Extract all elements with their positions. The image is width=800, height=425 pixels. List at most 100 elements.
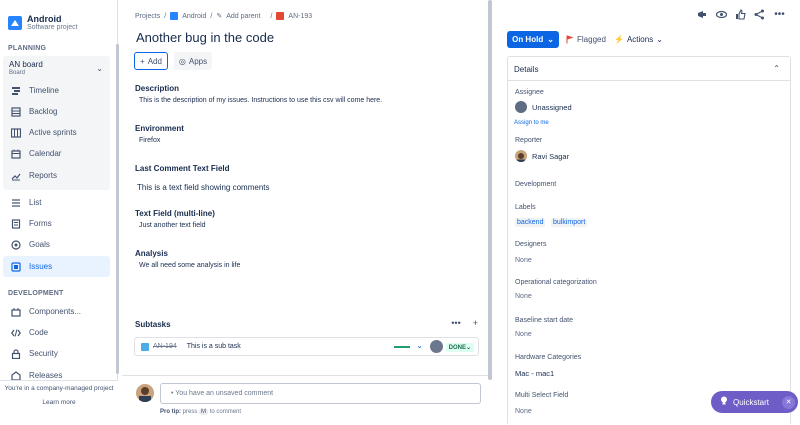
add-button[interactable]: + Add [134,52,168,70]
apps-button[interactable]: ◎ Apps [174,52,212,70]
sidebar-item-label: Forms [29,219,52,228]
sidebar-item-list[interactable]: List [3,192,110,213]
field-value-environment[interactable]: Firefox [139,137,160,144]
status-dropdown[interactable]: On Hold ⌄ [507,31,559,48]
bug-icon [276,12,285,20]
avatar [136,384,154,402]
sidebar-item-issues[interactable]: Issues [3,256,110,277]
subtask-key[interactable]: AN-194 [153,343,177,350]
plus-icon: + [140,56,145,66]
hardware-label: Hardware Categories [515,354,582,361]
sidebar-item-label: Security [29,349,58,358]
sidebar-item-label: Reports [29,171,58,180]
subtasks-heading: Subtasks [135,320,171,329]
sidebar-item-label: Backlog [29,107,58,116]
breadcrumb-project[interactable]: Android [182,13,206,20]
sidebar-item-label: List [29,198,42,207]
breadcrumb-separator: / [164,12,167,20]
calendar-icon [10,148,21,159]
sidebar-scrollbar[interactable] [116,44,119,374]
breadcrumb-projects[interactable]: Projects [135,13,160,20]
baseline-label: Baseline start date [515,317,573,324]
hardware-value[interactable]: Mac - mac1 [515,369,554,378]
quickstart-button[interactable]: Quickstart ✕ [711,391,798,413]
avatar[interactable] [430,340,443,353]
main-scrollbar[interactable] [488,0,492,380]
designers-value[interactable]: None [515,257,532,264]
goals-icon [10,239,21,250]
status-badge[interactable]: DONE⌄ [445,343,474,352]
breadcrumb-add-parent[interactable]: Add parent [226,13,260,20]
subtask-row[interactable]: AN-194 This is a sub task ⌄ DONE⌄ [134,337,479,356]
thumbs-up-icon[interactable] [735,9,746,20]
more-icon[interactable]: ••• [773,9,786,20]
components-icon [10,306,21,317]
labels-label: Labels [515,204,536,211]
planning-section-label: PLANNING [8,45,47,52]
more-icon[interactable]: ••• [451,318,460,328]
details-header[interactable]: Details ⌃ [508,57,790,81]
chevron-up-icon[interactable]: ⌃ [773,64,780,73]
subtask-summary[interactable]: This is a sub task [187,343,241,350]
project-sidebar: Android Software project PLANNING AN boa… [0,0,119,425]
protip-suffix: to comment [209,409,242,415]
actions-dropdown[interactable]: ⚡ Actions ⌄ [614,35,663,44]
close-icon[interactable]: ✕ [782,395,796,409]
breadcrumb: Projects / Android / ✎ Add parent / AN-1… [135,12,312,20]
breadcrumb-issue-key[interactable]: AN-193 [288,13,312,20]
label-chip[interactable]: backend [515,218,546,227]
assign-to-me-link[interactable]: Assign to me [514,120,549,126]
flagged-button[interactable]: Flagged [566,35,606,44]
sidebar-item-timeline[interactable]: Timeline [3,80,110,101]
field-value-text-multiline[interactable]: Just another text field [139,222,206,229]
sidebar-item-label: Timeline [29,86,59,95]
chevron-down-icon[interactable]: ⌄ [96,64,103,73]
sidebar-item-reports[interactable]: Reports [3,165,110,186]
board-name: AN board [9,60,43,69]
sidebar-item-label: Calendar [29,149,62,158]
sidebar-item-goals[interactable]: Goals [3,234,110,255]
baseline-value[interactable]: None [515,331,532,338]
chevron-down-icon[interactable]: ⌄ [416,341,423,350]
sidebar-item-code[interactable]: Code [3,322,110,343]
multiselect-value[interactable]: None [515,408,532,415]
sidebar-item-components[interactable]: Components... [3,301,110,322]
assignee-value[interactable]: Unassigned [532,103,572,112]
project-logo-icon [170,12,179,20]
designers-label: Designers [515,241,547,248]
details-title: Details [514,65,539,74]
sidebar-item-label: Components... [29,307,82,316]
comment-input[interactable]: • You have an unsaved comment [160,383,481,404]
sidebar-item-forms[interactable]: Forms [3,213,110,234]
sidebar-item-backlog[interactable]: Backlog [3,101,110,122]
sidebar-item-label: Releases [29,371,63,380]
status-label: On Hold [512,35,544,44]
field-value-description[interactable]: This is the description of my issues. In… [139,97,382,104]
sidebar-item-active-sprints[interactable]: Active sprints [3,122,110,143]
field-value-last-comment[interactable]: This is a text field showing comments [137,183,270,192]
subtask-type-icon [141,342,149,351]
board-selector[interactable]: AN board Board [9,60,43,78]
learn-more-link[interactable]: Learn more [0,399,118,406]
reporter-value[interactable]: Ravi Sagar [532,152,569,161]
eye-icon[interactable] [716,9,727,20]
sidebar-item-calendar[interactable]: Calendar [3,143,110,164]
protip-key: M [199,409,209,415]
megaphone-icon[interactable] [697,9,708,20]
field-value-analysis[interactable]: We all need some analysis in life [139,262,240,269]
label-chip[interactable]: bulkimport [551,218,588,227]
development-label: Development [515,181,557,188]
sidebar-item-security[interactable]: Security [3,343,110,364]
share-icon[interactable] [754,9,765,20]
issue-title[interactable]: Another bug in the code [136,30,274,45]
reporter-label: Reporter [515,137,543,144]
board-icon [10,127,21,138]
chevron-down-icon: ⌄ [547,35,554,44]
issue-detail-panel: ••• On Hold ⌄ Flagged ⚡ Actions ⌄ Detail… [496,0,800,425]
opcat-value[interactable]: None [515,293,532,300]
plus-icon[interactable]: + [473,318,478,328]
status-badge-label: DONE [448,345,466,351]
project-header[interactable]: Android Software project [0,0,117,34]
sidebar-item-label: Code [29,328,49,337]
apps-icon: ◎ [178,56,186,66]
